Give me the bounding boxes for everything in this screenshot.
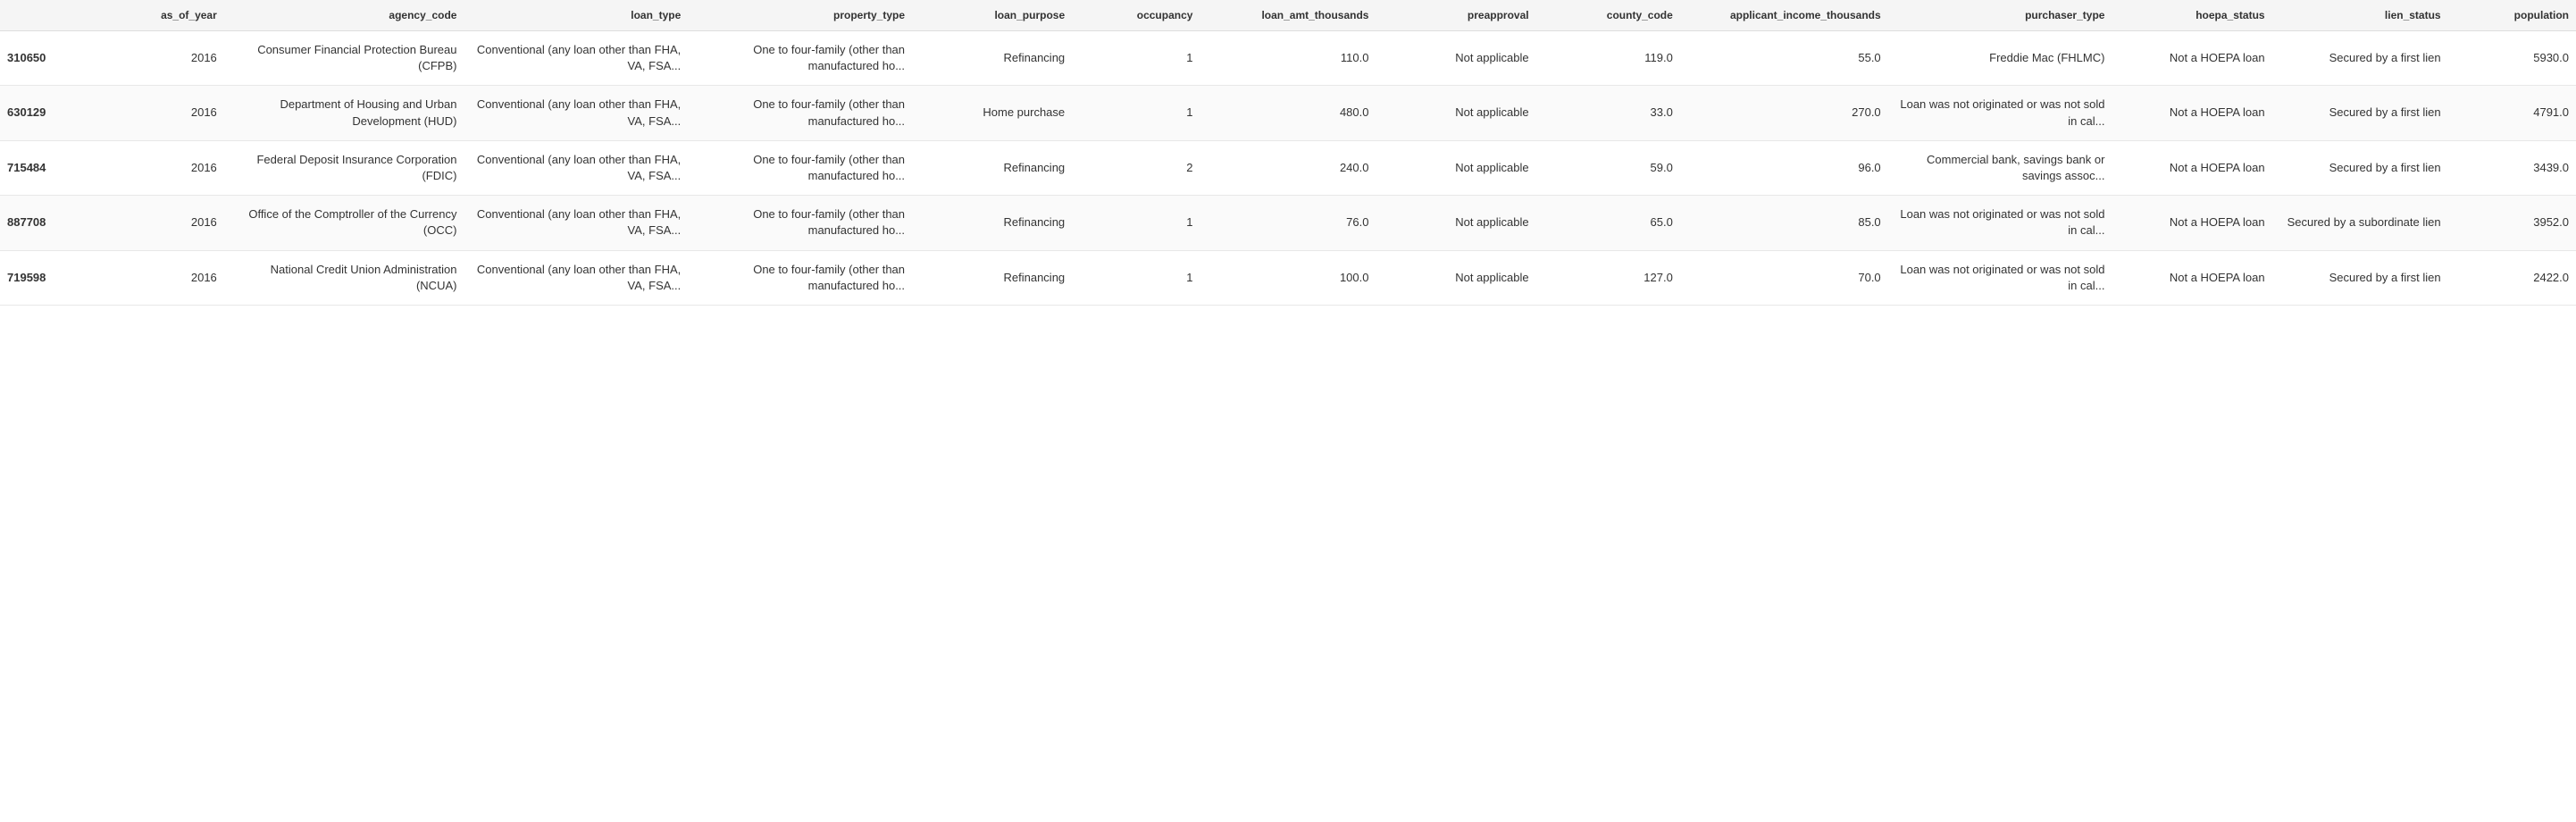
table-row: 8877082016Office of the Comptroller of t…: [0, 196, 2576, 250]
column-header-agency_code: agency_code: [224, 0, 464, 31]
cell-lien_status: Secured by a subordinate lien: [2272, 196, 2448, 250]
cell-lien_status: Secured by a first lien: [2272, 250, 2448, 305]
cell-loan_purpose: Refinancing: [912, 140, 1072, 195]
cell-applicant_income_thousands: 96.0: [1680, 140, 1888, 195]
cell-applicant_income_thousands: 55.0: [1680, 31, 1888, 86]
cell-as_of_year: 2016: [112, 31, 223, 86]
cell-loan_amt_thousands: 76.0: [1200, 196, 1376, 250]
table-row: 3106502016Consumer Financial Protection …: [0, 31, 2576, 86]
table-row: 7154842016Federal Deposit Insurance Corp…: [0, 140, 2576, 195]
column-header-hoepa_status: hoepa_status: [2112, 0, 2271, 31]
cell-applicant_income_thousands: 85.0: [1680, 196, 1888, 250]
cell-applicant_income_thousands: 270.0: [1680, 86, 1888, 140]
cell-population: 4791.0: [2448, 86, 2576, 140]
cell-index: 887708: [0, 196, 112, 250]
cell-as_of_year: 2016: [112, 140, 223, 195]
cell-property_type: One to four-family (other than manufactu…: [688, 196, 912, 250]
cell-county_code: 119.0: [1536, 31, 1680, 86]
cell-population: 2422.0: [2448, 250, 2576, 305]
cell-hoepa_status: Not a HOEPA loan: [2112, 196, 2271, 250]
cell-property_type: One to four-family (other than manufactu…: [688, 250, 912, 305]
cell-loan_purpose: Refinancing: [912, 250, 1072, 305]
cell-hoepa_status: Not a HOEPA loan: [2112, 31, 2271, 86]
cell-loan_type: Conventional (any loan other than FHA, V…: [464, 31, 688, 86]
cell-loan_amt_thousands: 100.0: [1200, 250, 1376, 305]
cell-loan_amt_thousands: 240.0: [1200, 140, 1376, 195]
cell-population: 5930.0: [2448, 31, 2576, 86]
table-row: 7195982016National Credit Union Administ…: [0, 250, 2576, 305]
cell-county_code: 65.0: [1536, 196, 1680, 250]
cell-loan_purpose: Home purchase: [912, 86, 1072, 140]
cell-preapproval: Not applicable: [1376, 250, 1535, 305]
cell-index: 310650: [0, 31, 112, 86]
column-header-preapproval: preapproval: [1376, 0, 1535, 31]
cell-purchaser_type: Freddie Mac (FHLMC): [1888, 31, 2112, 86]
cell-agency_code: Federal Deposit Insurance Corporation (F…: [224, 140, 464, 195]
cell-loan_amt_thousands: 480.0: [1200, 86, 1376, 140]
column-header-lien_status: lien_status: [2272, 0, 2448, 31]
cell-hoepa_status: Not a HOEPA loan: [2112, 140, 2271, 195]
column-header-purchaser_type: purchaser_type: [1888, 0, 2112, 31]
cell-county_code: 59.0: [1536, 140, 1680, 195]
cell-preapproval: Not applicable: [1376, 140, 1535, 195]
cell-as_of_year: 2016: [112, 196, 223, 250]
column-header-applicant_income_thousands: applicant_income_thousands: [1680, 0, 1888, 31]
cell-hoepa_status: Not a HOEPA loan: [2112, 250, 2271, 305]
cell-as_of_year: 2016: [112, 250, 223, 305]
cell-purchaser_type: Commercial bank, savings bank or savings…: [1888, 140, 2112, 195]
cell-occupancy: 1: [1072, 196, 1200, 250]
cell-loan_type: Conventional (any loan other than FHA, V…: [464, 86, 688, 140]
column-header-loan_type: loan_type: [464, 0, 688, 31]
cell-agency_code: Consumer Financial Protection Bureau (CF…: [224, 31, 464, 86]
cell-property_type: One to four-family (other than manufactu…: [688, 31, 912, 86]
cell-loan_amt_thousands: 110.0: [1200, 31, 1376, 86]
column-header-loan_amt_thousands: loan_amt_thousands: [1200, 0, 1376, 31]
cell-lien_status: Secured by a first lien: [2272, 86, 2448, 140]
cell-index: 715484: [0, 140, 112, 195]
cell-index: 719598: [0, 250, 112, 305]
column-header-index: [0, 0, 112, 31]
cell-loan_type: Conventional (any loan other than FHA, V…: [464, 140, 688, 195]
column-header-population: population: [2448, 0, 2576, 31]
cell-lien_status: Secured by a first lien: [2272, 31, 2448, 86]
cell-purchaser_type: Loan was not originated or was not sold …: [1888, 86, 2112, 140]
cell-agency_code: Department of Housing and Urban Developm…: [224, 86, 464, 140]
cell-preapproval: Not applicable: [1376, 31, 1535, 86]
cell-population: 3439.0: [2448, 140, 2576, 195]
table-body: 3106502016Consumer Financial Protection …: [0, 31, 2576, 306]
cell-agency_code: National Credit Union Administration (NC…: [224, 250, 464, 305]
cell-index: 630129: [0, 86, 112, 140]
column-header-county_code: county_code: [1536, 0, 1680, 31]
cell-loan_purpose: Refinancing: [912, 196, 1072, 250]
cell-preapproval: Not applicable: [1376, 196, 1535, 250]
cell-population: 3952.0: [2448, 196, 2576, 250]
cell-purchaser_type: Loan was not originated or was not sold …: [1888, 196, 2112, 250]
cell-preapproval: Not applicable: [1376, 86, 1535, 140]
cell-county_code: 127.0: [1536, 250, 1680, 305]
cell-purchaser_type: Loan was not originated or was not sold …: [1888, 250, 2112, 305]
cell-lien_status: Secured by a first lien: [2272, 140, 2448, 195]
table-header: as_of_yearagency_codeloan_typeproperty_t…: [0, 0, 2576, 31]
column-header-property_type: property_type: [688, 0, 912, 31]
column-header-loan_purpose: loan_purpose: [912, 0, 1072, 31]
cell-occupancy: 1: [1072, 86, 1200, 140]
cell-loan_type: Conventional (any loan other than FHA, V…: [464, 196, 688, 250]
cell-property_type: One to four-family (other than manufactu…: [688, 140, 912, 195]
cell-occupancy: 1: [1072, 250, 1200, 305]
cell-as_of_year: 2016: [112, 86, 223, 140]
cell-loan_type: Conventional (any loan other than FHA, V…: [464, 250, 688, 305]
cell-hoepa_status: Not a HOEPA loan: [2112, 86, 2271, 140]
cell-loan_purpose: Refinancing: [912, 31, 1072, 86]
cell-property_type: One to four-family (other than manufactu…: [688, 86, 912, 140]
data-table: as_of_yearagency_codeloan_typeproperty_t…: [0, 0, 2576, 306]
cell-occupancy: 2: [1072, 140, 1200, 195]
column-header-occupancy: occupancy: [1072, 0, 1200, 31]
cell-agency_code: Office of the Comptroller of the Currenc…: [224, 196, 464, 250]
column-header-as_of_year: as_of_year: [112, 0, 223, 31]
cell-occupancy: 1: [1072, 31, 1200, 86]
table-row: 6301292016Department of Housing and Urba…: [0, 86, 2576, 140]
cell-county_code: 33.0: [1536, 86, 1680, 140]
cell-applicant_income_thousands: 70.0: [1680, 250, 1888, 305]
